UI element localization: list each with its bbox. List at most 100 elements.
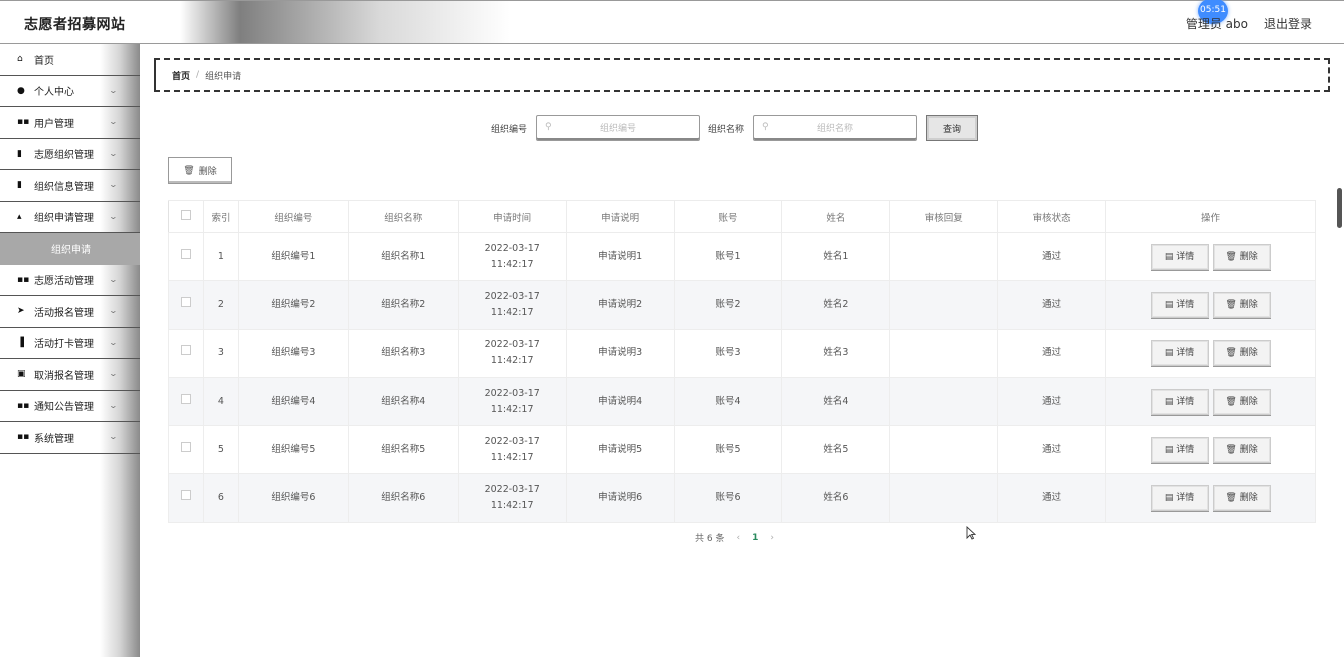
sidebar-item[interactable]: ▴ 组织申请管理 ⌄ [0, 202, 140, 233]
index-cell: 2 [202, 280, 239, 330]
reply-cell [889, 231, 999, 282]
detail-button[interactable]: ▤ 详情 [1150, 291, 1209, 318]
actions-cell: ▤ 详情 🗑 删除 [1105, 473, 1316, 523]
table-row: 2 组织编号2 组织名称2 2022-03-17 11:42:17 申请说明2 账号2 姓名… [168, 280, 1316, 330]
top-bar: 志愿者招募网站 05:51 管理员 abo 退出登录 [0, 0, 1344, 44]
checkbox-icon: ▣ [17, 369, 26, 380]
row-select-cell[interactable] [168, 231, 204, 282]
row-checkbox[interactable] [180, 345, 191, 356]
actions-cell: ▤ 详情 🗑 删除 [1105, 280, 1316, 330]
account-cell: 账号2 [673, 280, 783, 330]
delete-button[interactable]: 🗑 删除 [1212, 485, 1271, 512]
sidebar-subitem[interactable]: 组织申请 [0, 233, 140, 265]
row-select-cell[interactable] [168, 376, 204, 427]
sidebar-item-label: 志愿活动管理 [34, 276, 94, 288]
actions-cell: ▤ 详情 🗑 删除 [1105, 231, 1316, 282]
sidebar-item[interactable]: ▮ 组织信息管理 ⌄ [0, 170, 140, 202]
row-checkbox[interactable] [180, 248, 191, 259]
desc-cell: 申请说明2 [565, 280, 675, 330]
batch-delete-button[interactable]: 🗑 删除 [168, 157, 232, 184]
detail-button[interactable]: ▤ 详情 [1150, 485, 1209, 512]
delete-button[interactable]: 🗑 删除 [1212, 436, 1271, 463]
delete-button[interactable]: 🗑 删除 [1212, 243, 1271, 270]
delete-label: 删除 [1239, 396, 1258, 407]
account-cell: 账号3 [673, 328, 783, 378]
org-name-cell: 组织名称4 [347, 376, 459, 427]
sidebar-item[interactable]: ➤ 活动报名管理 ⌄ [0, 296, 140, 328]
logout-link[interactable]: 退出登录 [1264, 15, 1312, 32]
document-icon: ▤ [1164, 444, 1177, 455]
delete-label: 删除 [1239, 299, 1258, 310]
org-no-cell: 组织编号2 [237, 280, 349, 330]
breadcrumb-home[interactable]: 首页 [172, 69, 190, 82]
select-all-checkbox[interactable] [180, 210, 191, 220]
delete-button[interactable]: 🗑 删除 [1212, 388, 1271, 415]
detail-button[interactable]: ▤ 详情 [1150, 388, 1209, 415]
org-name-cell: 组织名称3 [347, 328, 459, 378]
book-icon: ▮ [17, 148, 22, 159]
row-select-cell[interactable] [168, 425, 204, 475]
detail-button[interactable]: ▤ 详情 [1150, 243, 1209, 270]
row-checkbox[interactable] [180, 441, 191, 452]
time-cell: 2022-03-17 11:42:17 [457, 328, 567, 378]
org-no-cell: 组织编号3 [237, 328, 349, 378]
mouse-cursor-icon [966, 526, 976, 540]
status-cell: 通过 [997, 376, 1107, 427]
query-button[interactable]: 查询 [926, 115, 979, 141]
row-select-cell[interactable] [168, 473, 204, 523]
top-right-area: 管理员 abo 退出登录 [1186, 15, 1312, 32]
pagination: 共 6 条 ‹ 1 › [695, 531, 774, 545]
org-no-input[interactable] [537, 116, 700, 140]
document-icon: ▤ [1164, 251, 1177, 262]
trash-icon: 🗑 [1225, 299, 1240, 310]
status-cell: 通过 [997, 328, 1107, 378]
detail-label: 详情 [1176, 251, 1195, 262]
reply-cell [889, 328, 999, 378]
col-name: 姓名 [781, 200, 891, 233]
sidebar-item[interactable]: ▮ 志愿组织管理 ⌄ [0, 139, 140, 170]
sidebar-item[interactable]: ▪▪ 通知公告管理 ⌄ [0, 391, 140, 422]
sidebar-item[interactable]: ● 个人中心 ⌄ [0, 76, 140, 107]
index-cell: 3 [202, 328, 239, 378]
sidebar-item-label: 个人中心 [34, 87, 74, 99]
detail-button[interactable]: ▤ 详情 [1150, 436, 1209, 463]
row-checkbox[interactable] [180, 296, 191, 307]
select-all-cell[interactable] [168, 200, 204, 233]
row-checkbox[interactable] [180, 393, 191, 404]
table-header-row: 索引 组织编号 组织名称 申请时间 申请说明 账号 姓名 审核回复 审核状态 操… [168, 200, 1316, 233]
col-actions: 操作 [1105, 200, 1316, 233]
sidebar-item[interactable]: ▪▪ 用户管理 ⌄ [0, 107, 140, 139]
org-name-cell: 组织名称1 [347, 231, 459, 282]
trash-icon: 🗑 [1225, 251, 1240, 262]
sidebar-item-label: 组织信息管理 [34, 181, 94, 193]
trash-icon: 🗑 [1225, 348, 1240, 359]
row-checkbox[interactable] [180, 490, 191, 501]
desc-cell: 申请说明6 [565, 473, 675, 523]
sidebar-item[interactable]: ▪▪ 系统管理 ⌄ [0, 422, 140, 454]
org-name-input[interactable] [754, 116, 917, 140]
sidebar-item[interactable]: ▪▪ 志愿活动管理 ⌄ [0, 265, 140, 296]
table-row: 3 组织编号3 组织名称3 2022-03-17 11:42:17 申请说明3 账号3 姓名… [168, 328, 1316, 378]
chevron-down-icon: ⌄ [108, 369, 119, 378]
detail-button[interactable]: ▤ 详情 [1150, 340, 1209, 367]
desc-cell: 申请说明3 [565, 328, 675, 378]
delete-button[interactable]: 🗑 删除 [1212, 340, 1271, 367]
detail-label: 详情 [1176, 299, 1195, 310]
col-org-no: 组织编号 [237, 200, 349, 233]
desc-cell: 申请说明1 [565, 231, 675, 282]
delete-button[interactable]: 🗑 删除 [1212, 291, 1271, 318]
page-number[interactable]: 1 [752, 533, 758, 543]
scrollbar[interactable] [1337, 188, 1342, 228]
row-select-cell[interactable] [168, 280, 204, 330]
row-select-cell[interactable] [168, 328, 204, 378]
sidebar-item[interactable]: ⌂ 首页 [0, 44, 140, 76]
name-cell: 姓名3 [781, 328, 891, 378]
sidebar-item[interactable]: ▐ 活动打卡管理 ⌄ [0, 328, 140, 359]
prev-page-button[interactable]: ‹ [736, 533, 740, 543]
index-cell: 1 [202, 231, 239, 282]
col-reply: 审核回复 [889, 200, 999, 233]
org-name-cell: 组织名称2 [347, 280, 459, 330]
next-page-button[interactable]: › [770, 533, 774, 543]
sidebar-item[interactable]: ▣ 取消报名管理 ⌄ [0, 359, 140, 391]
desc-cell: 申请说明5 [565, 425, 675, 475]
